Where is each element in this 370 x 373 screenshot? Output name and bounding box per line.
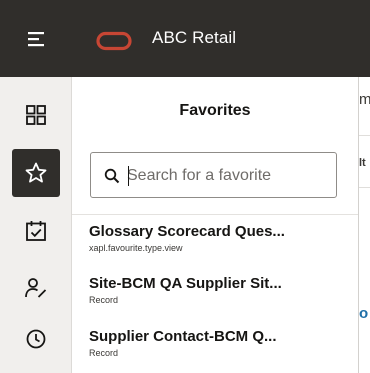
search-icon bbox=[104, 168, 120, 184]
list-item[interactable]: Glossary Scorecard Ques... xapl.favourit… bbox=[89, 222, 349, 266]
favorite-name: Site-BCM QA Supplier Sit... bbox=[89, 275, 282, 292]
task-checklist-icon bbox=[26, 221, 46, 241]
background-text-fragment: m bbox=[359, 91, 370, 108]
list-item[interactable]: Supplier Contact-BCM Q... Record bbox=[89, 327, 349, 371]
favorite-type: Record bbox=[89, 295, 119, 305]
text-cursor bbox=[128, 166, 129, 186]
search-box[interactable] bbox=[90, 152, 337, 198]
person-edit-icon bbox=[25, 278, 47, 298]
favorites-panel: Favorites Glossary Scorecard Ques... xap… bbox=[72, 77, 358, 373]
favorite-type: xapl.favourite.type.view bbox=[89, 243, 183, 253]
favorite-type: Record bbox=[89, 348, 119, 358]
app-name: ABC Retail bbox=[152, 28, 237, 47]
clock-icon bbox=[26, 329, 46, 349]
hamburger-menu-icon bbox=[28, 32, 44, 47]
rail-item-favorites[interactable] bbox=[12, 149, 60, 197]
grid-icon bbox=[26, 105, 46, 125]
background-divider bbox=[359, 135, 370, 136]
rail-item-people[interactable] bbox=[12, 264, 60, 312]
rail-item-recent[interactable] bbox=[12, 315, 60, 363]
app-header: ABC Retail bbox=[0, 0, 370, 77]
background-divider bbox=[359, 187, 370, 188]
favorite-name: Glossary Scorecard Ques... bbox=[89, 223, 285, 240]
background-link-fragment[interactable]: o bbox=[359, 305, 368, 322]
hamburger-menu-button[interactable] bbox=[18, 24, 54, 54]
background-text-fragment: lt bbox=[359, 157, 366, 169]
oracle-ring-logo[interactable] bbox=[96, 31, 132, 51]
star-icon bbox=[25, 162, 47, 183]
rail-item-apps[interactable] bbox=[12, 91, 60, 139]
favorite-name: Supplier Contact-BCM Q... bbox=[89, 328, 277, 345]
navigation-rail bbox=[0, 77, 72, 373]
background-page: m lt o bbox=[359, 77, 370, 373]
rail-item-tasks[interactable] bbox=[12, 207, 60, 255]
search-area bbox=[72, 135, 358, 215]
search-input[interactable] bbox=[127, 163, 327, 189]
panel-title: Favorites bbox=[179, 102, 251, 119]
list-item[interactable]: Site-BCM QA Supplier Sit... Record bbox=[89, 274, 349, 318]
